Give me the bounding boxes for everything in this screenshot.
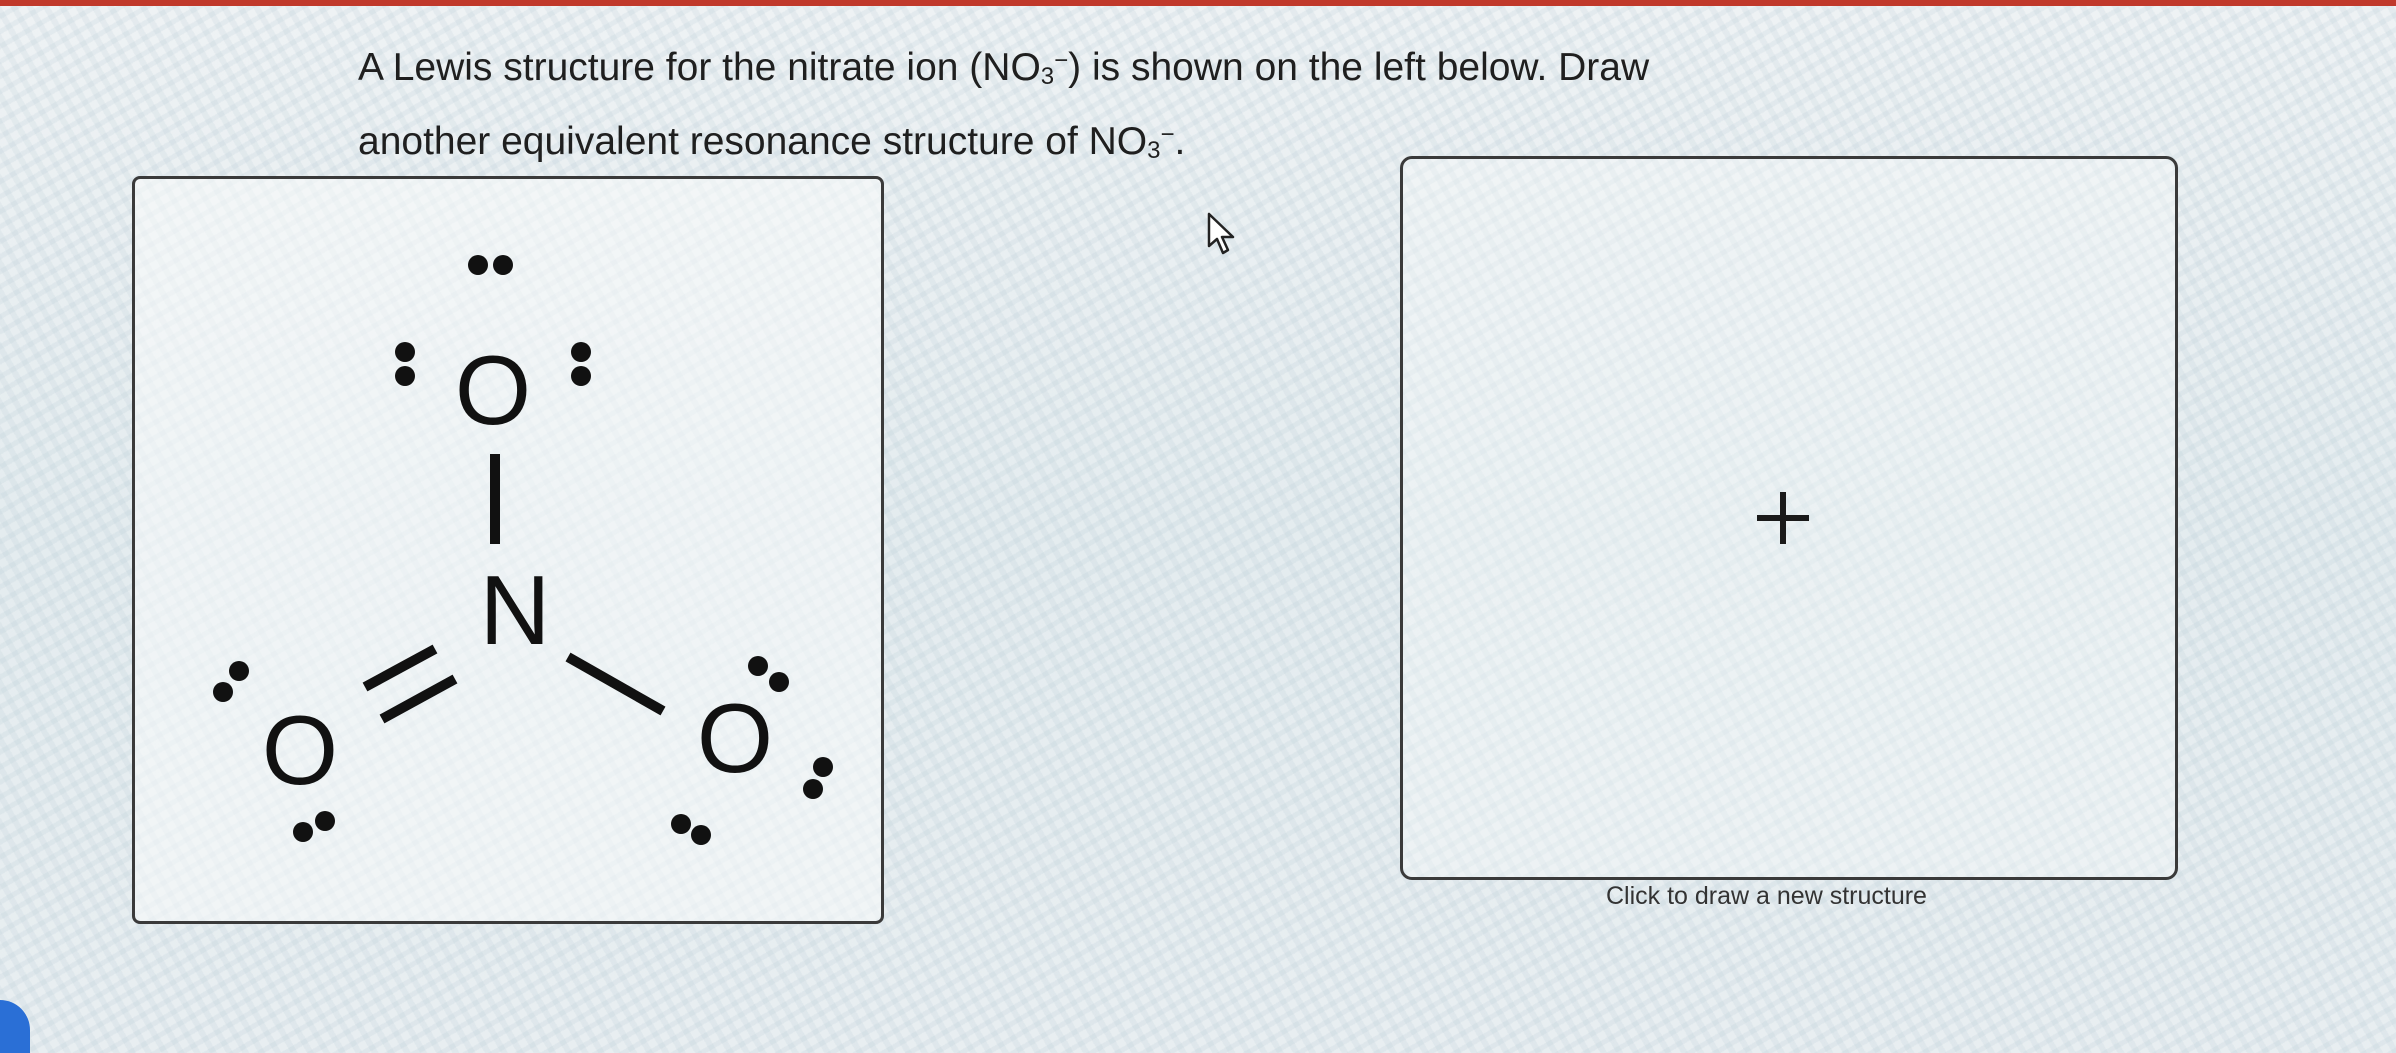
atom-nitrogen: N (480, 555, 551, 665)
lone-pair-electron (293, 822, 313, 842)
bond-n-o-left-2 (379, 674, 458, 724)
lone-pair-electron (813, 757, 833, 777)
lone-pair-electron (468, 255, 488, 275)
corner-widget[interactable] (0, 1000, 30, 1053)
question-line-1: A Lewis structure for the nitrate ion (N… (358, 46, 1650, 90)
plus-icon[interactable] (1757, 492, 1809, 544)
lone-pair-electron (493, 255, 513, 275)
lone-pair-electron (671, 814, 691, 834)
arrow-cursor-icon (1207, 212, 1235, 255)
lone-pair-electron (769, 672, 789, 692)
given-lewis-structure-panel: O N O O (132, 176, 884, 924)
top-accent-strip (0, 0, 2396, 6)
lone-pair-electron (395, 366, 415, 386)
lone-pair-electron (315, 811, 335, 831)
lone-pair-electron (691, 825, 711, 845)
atom-right-oxygen: O (697, 683, 773, 793)
bond-n-o-left-1 (362, 644, 438, 692)
lone-pair-electron (213, 682, 233, 702)
atom-left-oxygen: O (262, 695, 338, 805)
lone-pair-electron (748, 656, 768, 676)
lone-pair-electron (395, 342, 415, 362)
bond-n-o-right (565, 652, 666, 716)
draw-new-structure-caption[interactable]: Click to draw a new structure (1606, 882, 1927, 911)
new-structure-drawing-area[interactable] (1400, 156, 2178, 880)
lone-pair-electron (571, 342, 591, 362)
lewis-structure-drawing: O N O O (213, 255, 833, 845)
lone-pair-electron (229, 661, 249, 681)
lone-pair-electron (571, 366, 591, 386)
lone-pair-electron (803, 779, 823, 799)
atom-top-oxygen: O (455, 335, 531, 445)
